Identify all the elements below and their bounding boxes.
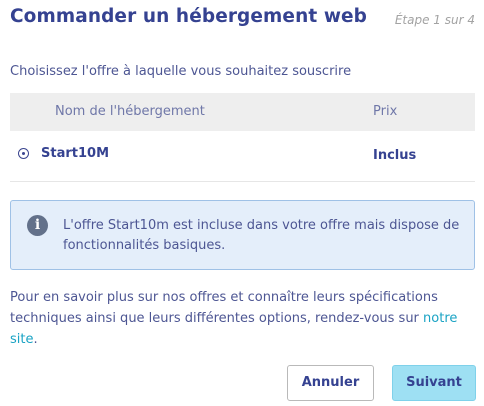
offer-price: Inclus (373, 148, 417, 163)
offer-instruction: Choisissez l'offre à laquelle vous souha… (10, 64, 352, 79)
step-indicator: Étape 1 sur 4 (394, 13, 475, 27)
info-icon: i (27, 215, 48, 236)
offer-table: Nom de l'hébergement Prix Start10M Inclu… (10, 93, 475, 182)
next-button[interactable]: Suivant (392, 365, 476, 401)
table-row[interactable]: Start10M Inclus (10, 131, 475, 182)
table-header: Nom de l'hébergement Prix (10, 93, 475, 131)
offer-radio-button[interactable] (18, 148, 29, 159)
column-header-name: Nom de l'hébergement (55, 104, 205, 119)
info-box: i L'offre Start10m est incluse dans votr… (10, 200, 475, 270)
cancel-button[interactable]: Annuler (287, 365, 374, 401)
more-info-text: Pour en savoir plus sur nos offres et co… (10, 287, 476, 350)
info-text: L'offre Start10m est incluse dans votre … (63, 218, 460, 253)
offer-name[interactable]: Start10M (41, 146, 109, 161)
more-info-prefix: Pour en savoir plus sur nos offres et co… (10, 290, 438, 326)
column-header-price: Prix (373, 104, 398, 119)
more-info-suffix: . (33, 332, 38, 347)
modal-title: Commander un hébergement web (10, 6, 368, 27)
